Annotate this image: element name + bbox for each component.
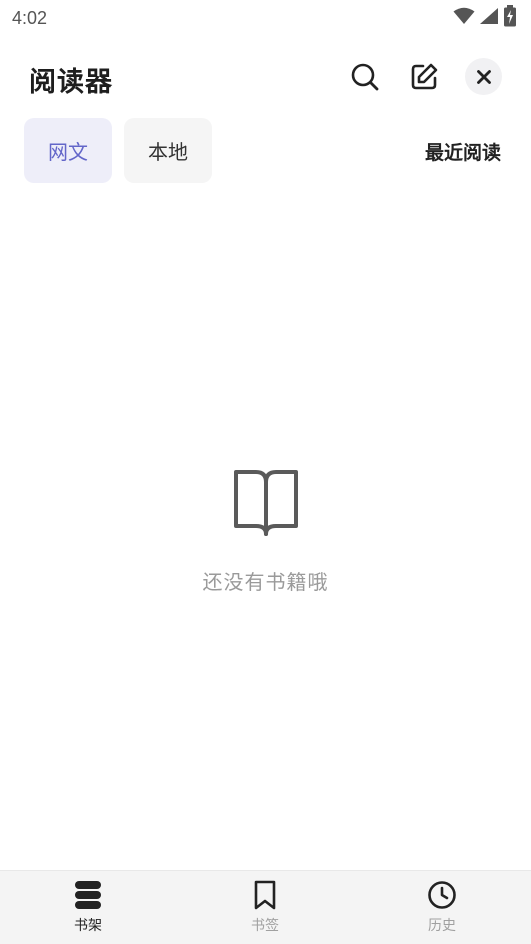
bookshelf-icon	[72, 879, 104, 911]
bookmark-icon	[249, 879, 281, 911]
tab-web-novels[interactable]: 网文	[24, 118, 112, 183]
search-button[interactable]	[346, 58, 384, 96]
close-button[interactable]	[465, 58, 502, 95]
battery-charging-icon	[503, 5, 517, 31]
empty-state-message: 还没有书籍哦	[202, 570, 329, 594]
bottom-navigation: 书架 书签 历史	[0, 870, 531, 944]
status-icons	[453, 5, 517, 31]
reader-app: 4:02 阅读器 网文 本地 最近阅读 还没有书籍哦 书架 书签 历史	[0, 0, 531, 944]
clock-icon	[426, 879, 458, 911]
nav-label-bookmarks: 书签	[251, 918, 279, 934]
empty-state: 还没有书籍哦	[0, 466, 531, 595]
cell-signal-icon	[479, 7, 499, 29]
edit-icon	[411, 63, 438, 90]
tab-local[interactable]: 本地	[124, 118, 212, 183]
edit-button[interactable]	[405, 58, 443, 96]
open-book-icon	[233, 470, 298, 536]
search-icon	[351, 63, 379, 91]
recent-reading-link[interactable]: 最近阅读	[425, 138, 501, 165]
nav-label-bookshelf: 书架	[74, 918, 102, 934]
source-tabs: 网文 本地 最近阅读	[0, 118, 531, 183]
wifi-icon	[453, 7, 475, 29]
nav-item-bookmarks[interactable]: 书签	[225, 879, 305, 941]
nav-item-history[interactable]: 历史	[402, 879, 482, 941]
close-icon	[476, 69, 491, 84]
nav-label-history: 历史	[428, 918, 456, 934]
app-header: 阅读器	[0, 52, 531, 104]
status-bar: 4:02	[0, 0, 531, 36]
page-title: 阅读器	[29, 67, 113, 98]
status-time: 4:02	[12, 7, 48, 28]
nav-item-bookshelf[interactable]: 书架	[48, 879, 128, 941]
